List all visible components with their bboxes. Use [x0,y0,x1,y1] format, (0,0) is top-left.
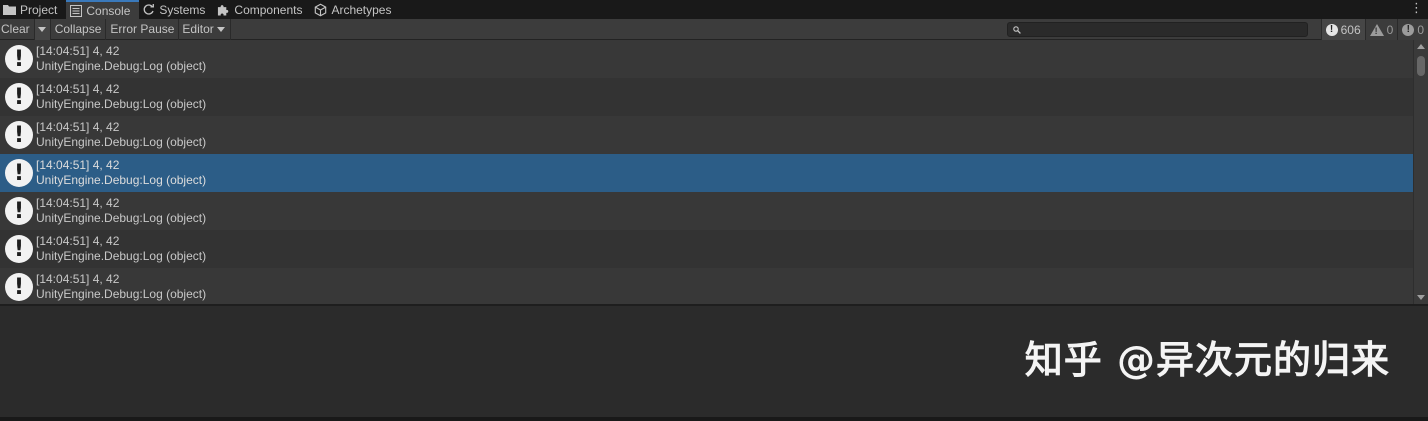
tab-project[interactable]: Project [0,0,66,19]
warning-icon: ! [1369,23,1384,36]
log-stacktrace: UnityEngine.Debug:Log (object) [36,172,207,187]
info-icon: ! [5,159,33,187]
log-message: [14:04:51] 4, 42 [36,271,120,286]
tab-label: Project [20,2,58,17]
log-message: [14:04:51] 4, 42 [36,195,120,210]
console-icon [69,4,82,17]
tab-systems[interactable]: Systems [139,0,214,19]
info-icon: ! [5,235,33,263]
log-filter-toggle[interactable]: ! 606 [1320,19,1365,40]
log-entry-selected[interactable]: ! [14:04:51] 4, 42 UnityEngine.Debug:Log… [0,154,1413,192]
editor-dropdown[interactable]: Editor [179,18,231,40]
log-stacktrace: UnityEngine.Debug:Log (object) [36,96,207,111]
search-icon [1013,25,1021,34]
console-toolbar: Clear Collapse Error Pause Editor ! 606 … [0,18,1428,40]
more-menu-icon[interactable]: ⋮ [1410,1,1423,15]
warning-count: 0 [1386,22,1394,37]
tab-label: Systems [159,2,206,17]
info-icon: ! [5,197,33,225]
error-filter-toggle[interactable]: ! 0 [1397,19,1428,40]
log-entry[interactable]: ! [14:04:51] 4, 42 UnityEngine.Debug:Log… [0,230,1413,268]
collapse-toggle[interactable]: Collapse [51,18,107,40]
log-message: [14:04:51] 4, 42 [36,157,120,172]
search-input[interactable] [1007,22,1308,37]
log-message: [14:04:51] 4, 42 [36,233,120,248]
chevron-down-icon [38,26,47,32]
info-icon: ! [5,45,33,73]
warning-filter-toggle[interactable]: ! 0 [1364,19,1398,40]
puzzle-icon [217,3,230,16]
log-count: 606 [1340,22,1361,37]
error-icon: ! [1402,23,1415,36]
scrollbar-thumb[interactable] [1417,56,1425,76]
log-message: [14:04:51] 4, 42 [36,119,120,134]
chevron-down-icon [216,26,225,32]
log-entry[interactable]: ! [14:04:51] 4, 42 UnityEngine.Debug:Log… [0,116,1413,154]
log-counters: ! 606 ! 0 ! 0 [1320,19,1428,40]
log-entry[interactable]: ! [14:04:51] 4, 42 UnityEngine.Debug:Log… [0,40,1413,78]
info-icon: ! [5,273,33,301]
tab-label: Console [86,3,131,18]
log-list-scrollbar[interactable] [1413,40,1428,304]
scroll-up-icon[interactable] [1417,44,1425,49]
log-entry[interactable]: ! [14:04:51] 4, 42 UnityEngine.Debug:Log… [0,268,1413,304]
collapse-label: Collapse [54,22,102,36]
error-count: 0 [1417,22,1424,37]
scroll-down-icon[interactable] [1417,295,1425,300]
log-stacktrace: UnityEngine.Debug:Log (object) [36,134,207,149]
tab-components[interactable]: Components [214,0,311,19]
tab-label: Archetypes [331,2,392,17]
clear-button[interactable]: Clear [0,18,35,40]
folder-icon [3,3,16,16]
error-pause-label: Error Pause [110,22,175,36]
log-message: [14:04:51] 4, 42 [36,43,120,58]
editor-label: Editor [182,22,214,36]
log-stacktrace: UnityEngine.Debug:Log (object) [36,286,207,301]
tab-console[interactable]: Console [66,0,140,19]
info-icon: ! [5,121,33,149]
log-entry[interactable]: ! [14:04:51] 4, 42 UnityEngine.Debug:Log… [0,192,1413,230]
log-entry[interactable]: ! [14:04:51] 4, 42 UnityEngine.Debug:Log… [0,78,1413,116]
error-pause-toggle[interactable]: Error Pause [106,18,180,40]
watermark-text: 知乎 @异次元的归来 [1024,338,1390,382]
info-icon: ! [5,83,33,111]
tab-archetypes[interactable]: Archetypes [311,0,400,19]
tab-label: Components [234,2,303,17]
log-stacktrace: UnityEngine.Debug:Log (object) [36,248,207,263]
clear-label: Clear [1,22,30,36]
cube-icon [314,3,327,16]
refresh-icon [142,3,155,16]
window-bottom-edge [0,417,1428,421]
log-list: ! [14:04:51] 4, 42 UnityEngine.Debug:Log… [0,40,1413,304]
log-stacktrace: UnityEngine.Debug:Log (object) [36,210,207,225]
tab-bar: Project Console Systems Components Arche… [0,0,1428,19]
log-stacktrace: UnityEngine.Debug:Log (object) [36,58,207,73]
info-icon: ! [1325,23,1338,36]
clear-options-dropdown[interactable] [34,18,51,40]
log-message: [14:04:51] 4, 42 [36,81,120,96]
